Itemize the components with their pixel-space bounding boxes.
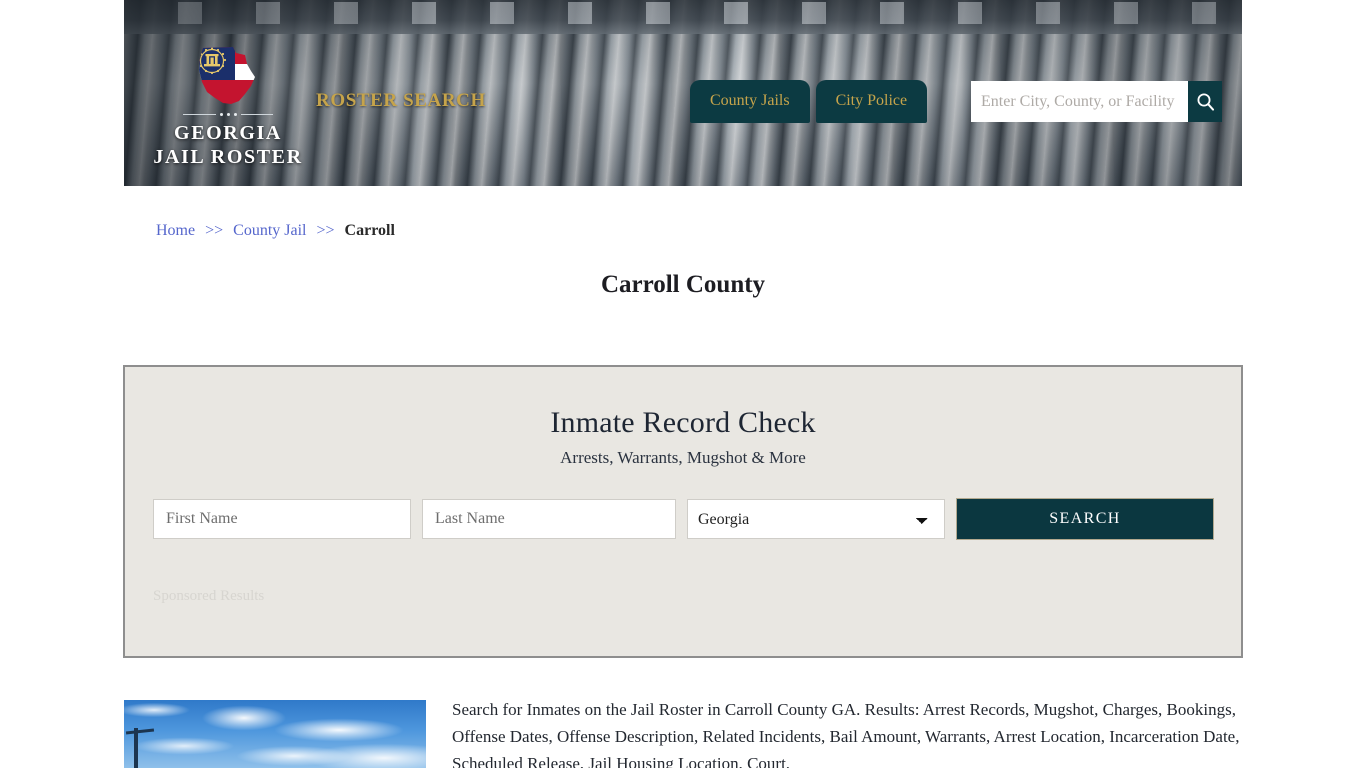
first-name-input[interactable] (153, 499, 411, 539)
breadcrumb-county-jail[interactable]: County Jail (233, 222, 306, 239)
county-description-paragraph: Search for Inmates on the Jail Roster in… (452, 700, 1240, 768)
panel-title: Inmate Record Check (550, 406, 816, 439)
header-search-input[interactable] (971, 81, 1188, 122)
georgia-state-flag-icon (199, 47, 255, 104)
logo-divider (183, 110, 273, 119)
inmate-search-button[interactable]: SEARCH (956, 498, 1214, 540)
sponsored-results-label: Sponsored Results (153, 588, 265, 604)
header-search (971, 81, 1222, 122)
site-logo[interactable]: GEORGIA JAIL ROSTER (153, 44, 303, 168)
breadcrumb-home[interactable]: Home (156, 222, 195, 239)
breadcrumb-separator-2: >> (316, 222, 335, 239)
utility-pole-icon (134, 728, 138, 768)
nav-tab-city-police[interactable]: City Police (815, 80, 928, 123)
inmate-search-form: Georgia SEARCH (153, 498, 1241, 540)
sky-photo (124, 700, 426, 768)
county-thumbnail-image (124, 700, 426, 768)
breadcrumb-separator-1: >> (205, 222, 224, 239)
page-root: GEORGIA JAIL ROSTER ROSTER SEARCH County… (0, 0, 1366, 768)
search-icon (1197, 93, 1214, 111)
nav-tab-county-jails[interactable]: County Jails (690, 80, 810, 123)
state-select[interactable]: Georgia (687, 499, 945, 539)
panel-subtitle: Arrests, Warrants, Mugshot & More (560, 448, 806, 467)
logo-line-2: JAIL ROSTER (153, 146, 303, 168)
page-title: Carroll County (600, 271, 766, 298)
last-name-input[interactable] (422, 499, 676, 539)
breadcrumb-current: Carroll (344, 222, 395, 239)
logo-line-1: GEORGIA (174, 122, 282, 144)
breadcrumb: Home >> County Jail >> Carroll (156, 221, 395, 241)
inmate-record-check-panel: Inmate Record Check Arrests, Warrants, M… (123, 365, 1243, 658)
header-nav: County Jails City Police (690, 80, 928, 123)
header-tagline: ROSTER SEARCH (316, 90, 486, 111)
header-search-button[interactable] (1188, 81, 1222, 122)
